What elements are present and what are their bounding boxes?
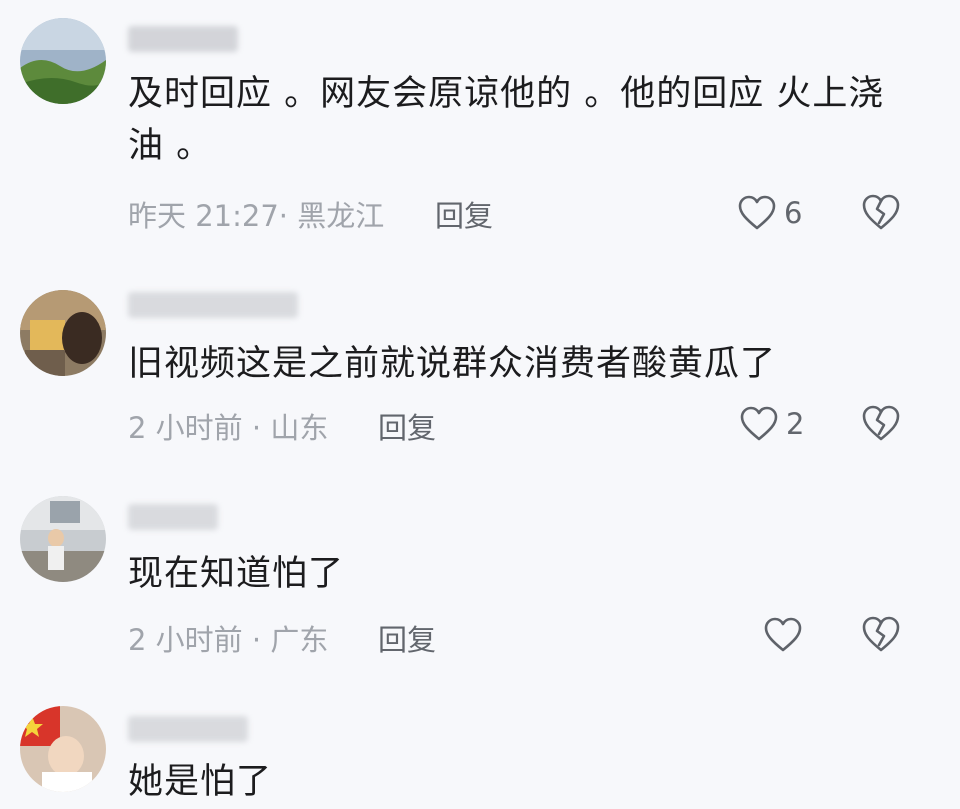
avatar[interactable] — [20, 290, 106, 376]
comment-location: 山东 — [270, 411, 329, 445]
avatar[interactable] — [20, 18, 106, 104]
username-blurred[interactable] — [128, 292, 298, 318]
reply-button[interactable]: 回复 — [378, 617, 436, 659]
comment-item: 旧视频这是之前就说群众消费者酸黄瓜了 2 小时前 · 山东 回复 2 — [0, 270, 960, 470]
heart-outline-icon — [740, 406, 778, 442]
comment-text: 及时回应 。网友会原谅他的 。他的回应 火上浇油 。 — [128, 74, 885, 166]
dislike-button[interactable] — [861, 404, 901, 444]
comment-meta: 2 小时前 · 广东 — [128, 617, 328, 659]
comment-time: 昨天 21:27 — [128, 199, 279, 233]
comment-item: 及时回应 。网友会原谅他的 。他的回应 火上浇油 。 昨天 21:27· 黑龙江… — [0, 0, 960, 260]
dislike-button[interactable] — [861, 615, 901, 655]
username-blurred[interactable] — [128, 504, 218, 530]
heart-outline-icon — [738, 195, 776, 231]
dislike-button[interactable] — [861, 193, 901, 233]
comment-item: 现在知道怕了 2 小时前 · 广东 回复 — [0, 482, 960, 682]
like-count: 6 — [784, 196, 803, 230]
avatar[interactable] — [20, 496, 106, 582]
broken-heart-icon — [861, 404, 901, 442]
reply-button[interactable]: 回复 — [435, 193, 493, 235]
like-button[interactable]: 6 — [738, 193, 802, 233]
comment-time: 2 小时前 — [128, 623, 243, 657]
broken-heart-icon — [861, 615, 901, 653]
reply-button[interactable]: 回复 — [378, 405, 436, 447]
username-blurred[interactable] — [128, 26, 238, 52]
meta-separator: · — [278, 199, 289, 233]
like-button[interactable] — [764, 615, 810, 655]
broken-heart-icon — [861, 193, 901, 231]
comment-meta: 2 小时前 · 山东 — [128, 405, 328, 447]
like-button[interactable]: 2 — [740, 404, 804, 444]
comment-location: 广东 — [270, 623, 329, 657]
meta-separator: · — [251, 623, 262, 657]
comment-location: 黑龙江 — [297, 199, 385, 233]
like-count: 2 — [786, 407, 805, 441]
meta-separator: · — [251, 411, 262, 445]
username-blurred[interactable] — [128, 716, 248, 742]
comment-item: 她是怕了 — [0, 694, 960, 809]
avatar[interactable] — [20, 706, 106, 792]
heart-outline-icon — [764, 617, 802, 653]
comment-time: 2 小时前 — [128, 411, 243, 445]
comment-meta: 昨天 21:27· 黑龙江 — [128, 193, 384, 235]
comment-text: 她是怕了 — [128, 762, 273, 802]
comment-text: 旧视频这是之前就说群众消费者酸黄瓜了 — [128, 344, 777, 384]
comment-text: 现在知道怕了 — [128, 554, 345, 594]
